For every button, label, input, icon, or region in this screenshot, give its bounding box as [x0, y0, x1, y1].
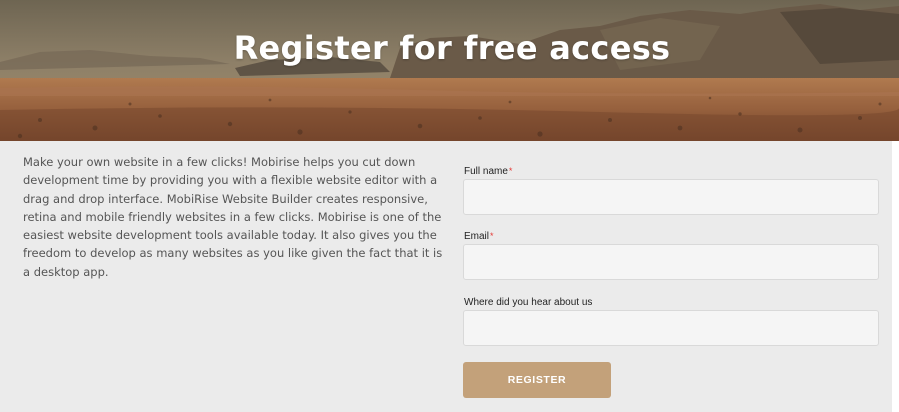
hero-banner: Register for free access	[0, 0, 899, 141]
page-edge	[892, 141, 899, 412]
page: Register for free access Make your own w…	[0, 0, 899, 412]
full-name-label-text: Full name	[464, 166, 508, 177]
source-label-text: Where did you hear about us	[464, 297, 593, 308]
required-marker: *	[490, 231, 494, 241]
required-marker: *	[508, 166, 513, 176]
intro-text: Make your own website in a few clicks! M…	[23, 155, 443, 279]
desert-landscape-image	[0, 0, 899, 141]
source-input[interactable]	[463, 310, 879, 346]
full-name-input[interactable]	[463, 179, 879, 215]
register-button[interactable]: REGISTER	[463, 362, 611, 398]
email-label-text: Email	[464, 231, 490, 242]
email-label: Email*	[464, 231, 494, 242]
source-label: Where did you hear about us	[464, 297, 592, 308]
registration-section: Make your own website in a few clicks! M…	[0, 141, 899, 412]
email-input[interactable]	[463, 244, 879, 280]
full-name-label: Full name*	[464, 166, 512, 177]
page-title: Register for free access	[233, 29, 671, 68]
